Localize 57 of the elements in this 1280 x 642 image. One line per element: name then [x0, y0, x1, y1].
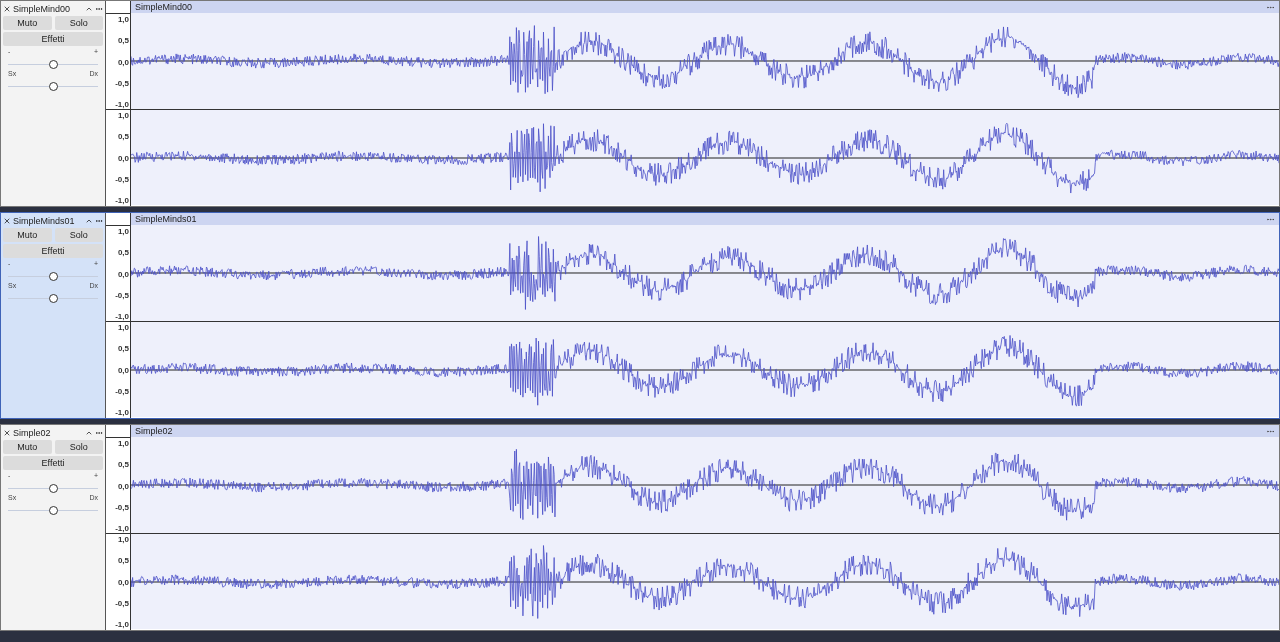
scale-label: -0,5	[115, 290, 129, 300]
scale-label: 1,0	[117, 111, 129, 120]
slider-thumb[interactable]	[49, 484, 58, 493]
clip-title: Simple02	[135, 426, 173, 436]
clip-title-bar[interactable]: SimpleMinds01	[131, 213, 1279, 225]
scale-label: 0,5	[117, 36, 129, 46]
scale-label: 1,0	[117, 227, 129, 236]
scale-label: -1,0	[115, 196, 129, 205]
scale-label: 0,5	[117, 460, 129, 470]
solo-button[interactable]: Solo	[54, 16, 103, 30]
scale-label: -1,0	[115, 620, 129, 629]
slider-thumb[interactable]	[49, 60, 58, 69]
slider-thumb[interactable]	[49, 82, 58, 91]
scale-label: -0,5	[115, 174, 129, 184]
scale-label: 0,5	[117, 344, 129, 354]
slider-thumb[interactable]	[49, 272, 58, 281]
mute-button[interactable]: Muto	[3, 16, 52, 30]
scale-label: -0,5	[115, 78, 129, 88]
mute-button[interactable]: Muto	[3, 228, 52, 242]
clip-title-bar[interactable]: Simple02	[131, 425, 1279, 437]
scale-label: 1,0	[117, 535, 129, 544]
effects-button[interactable]: Effetti	[3, 32, 103, 46]
scale-label: -0,5	[115, 598, 129, 608]
scale-label: 0,0	[117, 365, 129, 375]
scale-label: 0,0	[117, 481, 129, 491]
scale-label: 0,0	[117, 153, 129, 163]
scale-label: 0,0	[117, 269, 129, 279]
close-icon[interactable]	[3, 216, 11, 225]
effects-button[interactable]: Effetti	[3, 456, 103, 470]
scale-label: -1,0	[115, 312, 129, 321]
track-name: SimpleMinds01	[13, 215, 76, 226]
scale-label: 0,0	[117, 577, 129, 587]
clip-title: SimpleMind00	[135, 2, 193, 12]
scale-label: 0,0	[117, 57, 129, 67]
scale-label: 1,0	[117, 439, 129, 448]
solo-button[interactable]: Solo	[54, 440, 103, 454]
track-name: SimpleMind00	[13, 3, 72, 14]
scale-label: -0,5	[115, 502, 129, 512]
scale-label: 0,5	[117, 248, 129, 258]
scale-label: -1,0	[115, 524, 129, 533]
scale-label: -1,0	[115, 100, 129, 109]
effects-button[interactable]: Effetti	[3, 244, 103, 258]
solo-button[interactable]: Solo	[54, 228, 103, 242]
scale-label: 0,5	[117, 132, 129, 142]
scale-label: -0,5	[115, 386, 129, 396]
clip-title-bar[interactable]: SimpleMind00	[131, 1, 1279, 13]
close-icon[interactable]	[3, 428, 11, 437]
close-icon[interactable]	[3, 4, 11, 13]
slider-thumb[interactable]	[49, 506, 58, 515]
scale-label: 1,0	[117, 323, 129, 332]
scale-label: 0,5	[117, 556, 129, 566]
clip-title: SimpleMinds01	[135, 214, 197, 224]
scale-label: 1,0	[117, 15, 129, 24]
slider-thumb[interactable]	[49, 294, 58, 303]
track-name: Simple02	[13, 427, 52, 438]
scale-label: -1,0	[115, 408, 129, 417]
mute-button[interactable]: Muto	[3, 440, 52, 454]
